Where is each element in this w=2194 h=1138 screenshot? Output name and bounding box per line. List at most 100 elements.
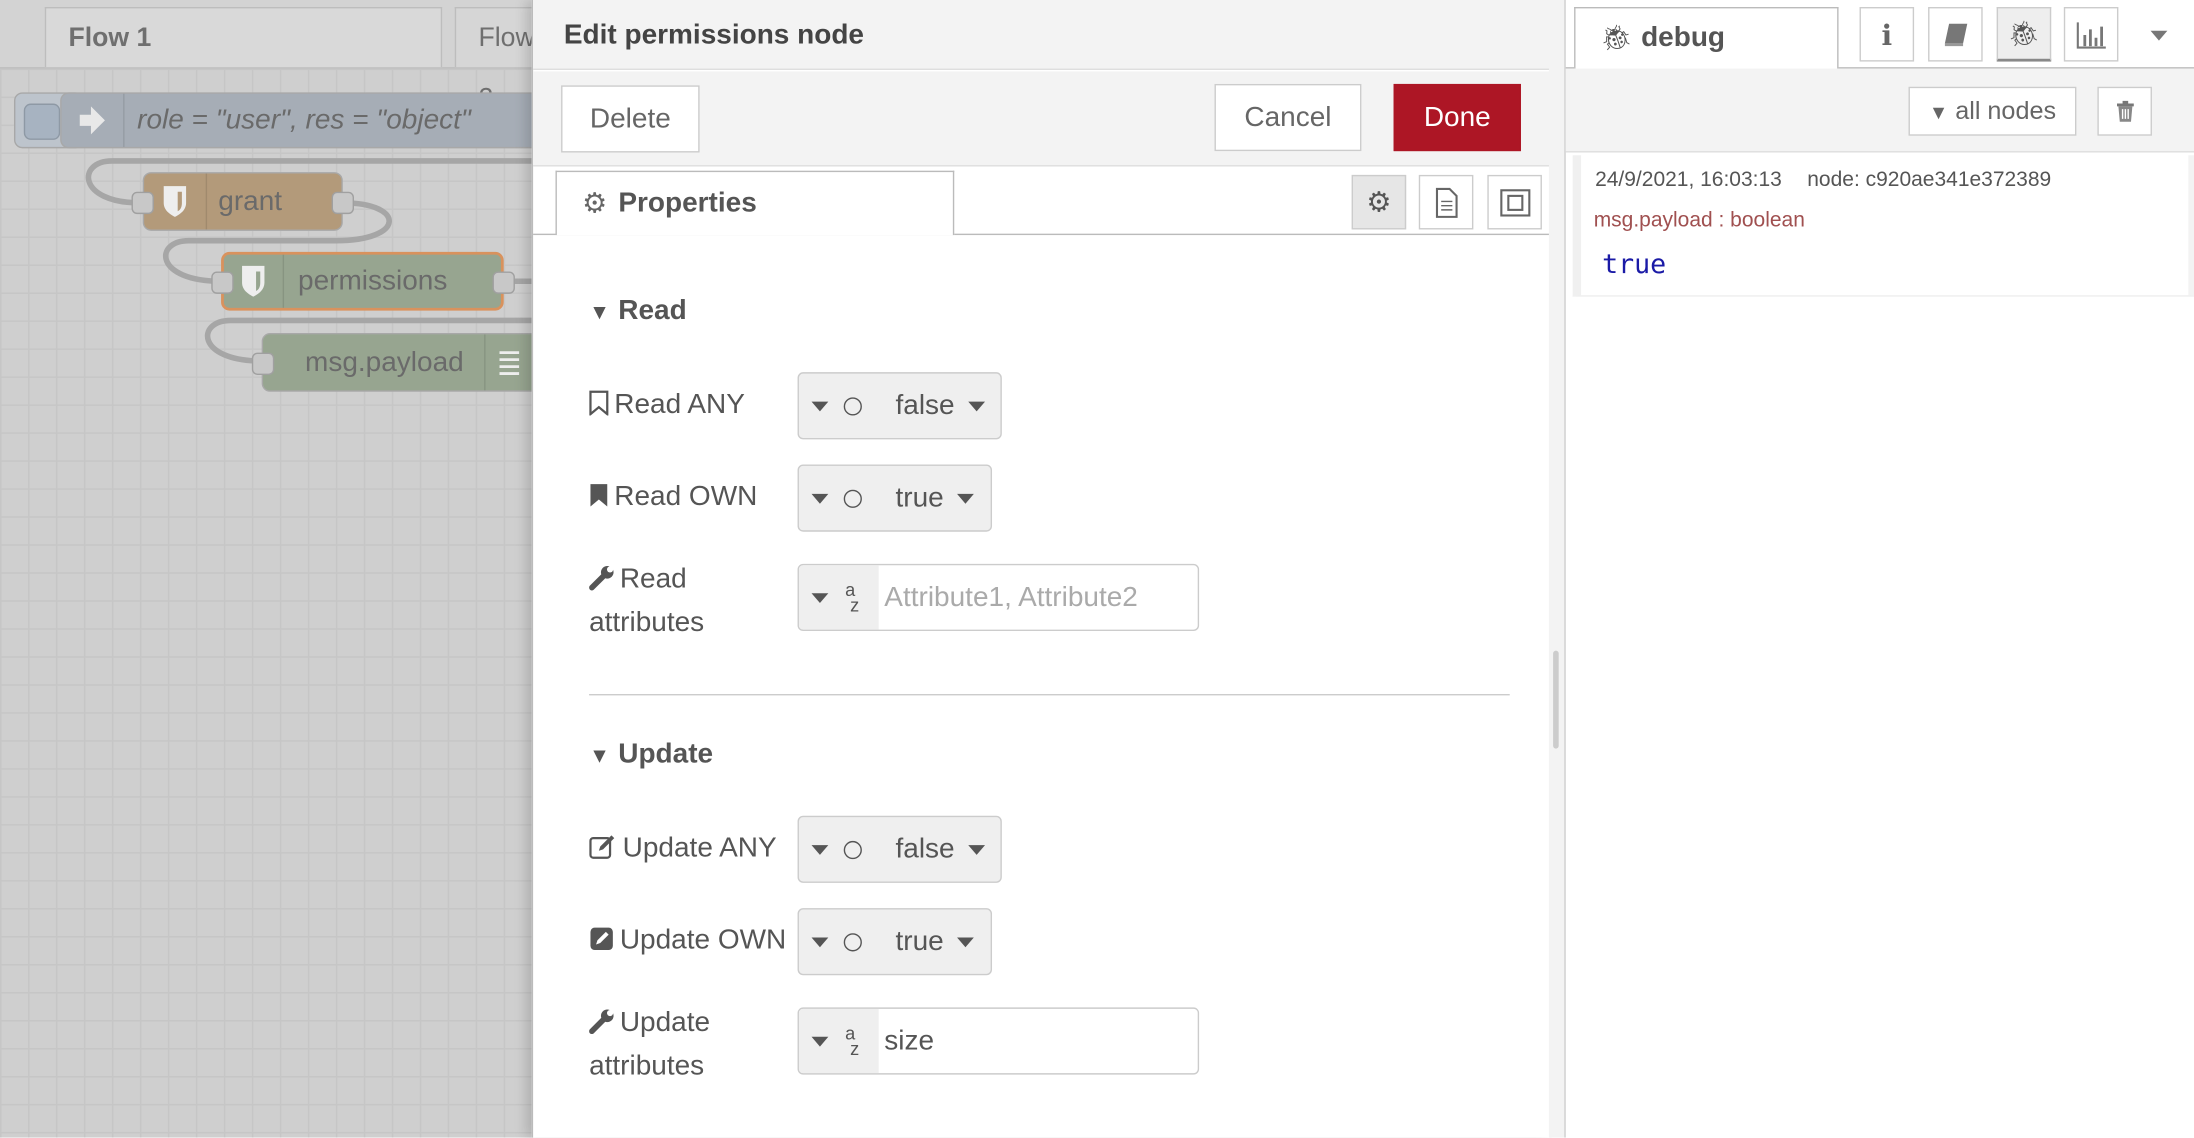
label-read-read-own: Read OWN	[589, 477, 757, 520]
filter-label: all nodes	[1955, 96, 2057, 125]
delete-button[interactable]: Delete	[561, 85, 700, 153]
select-value: false	[895, 389, 955, 421]
section-divider	[589, 694, 1510, 696]
select-read-read-own[interactable]: true	[797, 464, 993, 532]
node-appearance-button[interactable]	[1487, 174, 1542, 230]
tab-label: debug	[1641, 22, 1726, 54]
type-selector[interactable]: a z	[798, 1008, 879, 1074]
typed-input-read-read-attributes[interactable]: a z Attribute1, Attribute2	[797, 563, 1200, 632]
tray-toolbar: Delete Cancel Done	[533, 71, 1551, 167]
clear-messages-button[interactable]	[2097, 86, 2152, 136]
node-label: role = "user", res = "object"	[137, 104, 471, 136]
message-value: true	[1602, 249, 1667, 280]
tray-title: Edit permissions node	[533, 0, 1551, 70]
filter-icon: ▼	[1928, 100, 1949, 123]
flow-canvas[interactable]: Flow 1 Flow 2 role = "user", res = "obje…	[0, 0, 553, 1138]
typed-input-update-update-attributes[interactable]: a z size	[797, 1007, 1200, 1075]
chevron-down-icon	[968, 844, 986, 855]
label-line: Read	[619, 563, 687, 595]
done-button[interactable]: Done	[1393, 83, 1521, 152]
gear-icon: ⚙	[1366, 187, 1392, 219]
sidebar-menu-dropdown[interactable]	[2150, 30, 2168, 41]
document-icon	[1435, 187, 1457, 218]
node-description-button[interactable]	[1418, 174, 1474, 230]
type-dropdown-icon	[811, 1036, 829, 1046]
wrench-icon	[589, 562, 614, 603]
tab-debug[interactable]: 🐞︎ debug	[1574, 6, 1839, 69]
bug-icon: 🐞︎	[1600, 23, 1633, 52]
list-icon	[484, 334, 533, 391]
wrench-icon	[589, 1006, 614, 1047]
filter-nodes-button[interactable]: ▼ all nodes	[1908, 86, 2077, 136]
tab-label: Properties	[618, 187, 757, 219]
section-header-update[interactable]: ▼ Update	[589, 739, 713, 771]
node-properties-button[interactable]: ⚙	[1351, 174, 1407, 230]
chart-icon	[2076, 21, 2106, 48]
help-button[interactable]	[1928, 6, 1983, 62]
debug-button[interactable]: 🐞︎	[1996, 6, 2052, 62]
type-dropdown-icon[interactable]	[811, 936, 829, 947]
label-line: Update	[619, 1007, 711, 1039]
label-update-update-attributes: Update attributes	[589, 1003, 710, 1087]
select-update-update-any[interactable]: false	[797, 815, 1002, 883]
label-text: Read OWN	[614, 481, 758, 513]
permissions-node[interactable]: permissions	[221, 251, 504, 311]
type-dropdown-icon[interactable]	[811, 493, 829, 504]
attributes-input-placeholder[interactable]: Attribute1, Attribute2	[884, 581, 1138, 613]
node-label: grant	[218, 186, 283, 217]
section-title: Read	[618, 295, 687, 327]
section-header-read[interactable]: ▼ Read	[589, 295, 687, 327]
label-line: attributes	[589, 607, 705, 639]
type-dropdown-icon[interactable]	[811, 400, 829, 411]
boolean-type-icon	[843, 932, 862, 951]
debug-message[interactable]: 24/9/2021, 16:03:13 node: c920ae341e3723…	[1572, 155, 2194, 297]
boolean-type-icon	[843, 396, 862, 415]
message-node-id[interactable]: node: c920ae341e372389	[1807, 168, 2051, 192]
string-type-icon: a z	[845, 579, 860, 616]
inject-node[interactable]: role = "user", res = "object"	[60, 92, 543, 149]
edit-outline-icon	[589, 831, 617, 872]
dashboard-button[interactable]	[2063, 6, 2119, 62]
label-update-update-own: Update OWN	[589, 921, 786, 964]
type-selector[interactable]: a z	[798, 565, 879, 630]
appearance-icon	[1499, 188, 1530, 216]
chevron-down-icon	[957, 493, 975, 504]
boolean-type-icon	[843, 840, 862, 859]
info-button[interactable]: i	[1859, 6, 1915, 62]
trash-icon	[2116, 100, 2134, 122]
grant-node[interactable]: grant	[142, 172, 343, 231]
bookmark-filled-icon	[589, 480, 609, 521]
edit-filled-icon	[589, 923, 614, 964]
node-label: msg.payload	[305, 347, 464, 378]
cancel-button[interactable]: Cancel	[1214, 83, 1362, 152]
chevron-down-icon	[968, 400, 986, 411]
collapse-triangle-icon: ▼	[589, 744, 610, 769]
section-title: Update	[618, 738, 714, 770]
sidebar-splitter[interactable]	[1548, 0, 1565, 1138]
collapse-triangle-icon: ▼	[589, 300, 610, 325]
input-port[interactable]	[251, 352, 275, 375]
tab-properties[interactable]: ⚙ Properties	[555, 170, 955, 236]
label-update-update-any: Update ANY	[589, 828, 777, 871]
output-port[interactable]	[331, 191, 354, 215]
chevron-down-icon	[957, 936, 975, 947]
label-text: Update OWN	[619, 924, 787, 956]
boolean-type-icon	[843, 489, 862, 508]
attributes-input-value[interactable]: size	[884, 1025, 934, 1057]
node-label: permissions	[298, 265, 448, 297]
select-value: true	[895, 482, 944, 513]
type-dropdown-icon[interactable]	[811, 844, 829, 855]
input-port[interactable]	[131, 191, 154, 215]
output-port[interactable]	[492, 271, 515, 294]
label-read-read-any: Read ANY	[589, 385, 745, 428]
bug-icon: 🐞︎	[2007, 18, 2040, 47]
input-port[interactable]	[211, 271, 234, 294]
select-read-read-any[interactable]: false	[797, 372, 1002, 440]
select-value: true	[895, 925, 944, 957]
select-update-update-own[interactable]: true	[797, 908, 993, 976]
label-text: Update ANY	[622, 832, 777, 864]
label-text: Read ANY	[614, 388, 745, 420]
info-icon: i	[1881, 17, 1893, 52]
gear-icon: ⚙	[582, 188, 608, 220]
debug-node[interactable]: msg.payload	[261, 333, 549, 392]
